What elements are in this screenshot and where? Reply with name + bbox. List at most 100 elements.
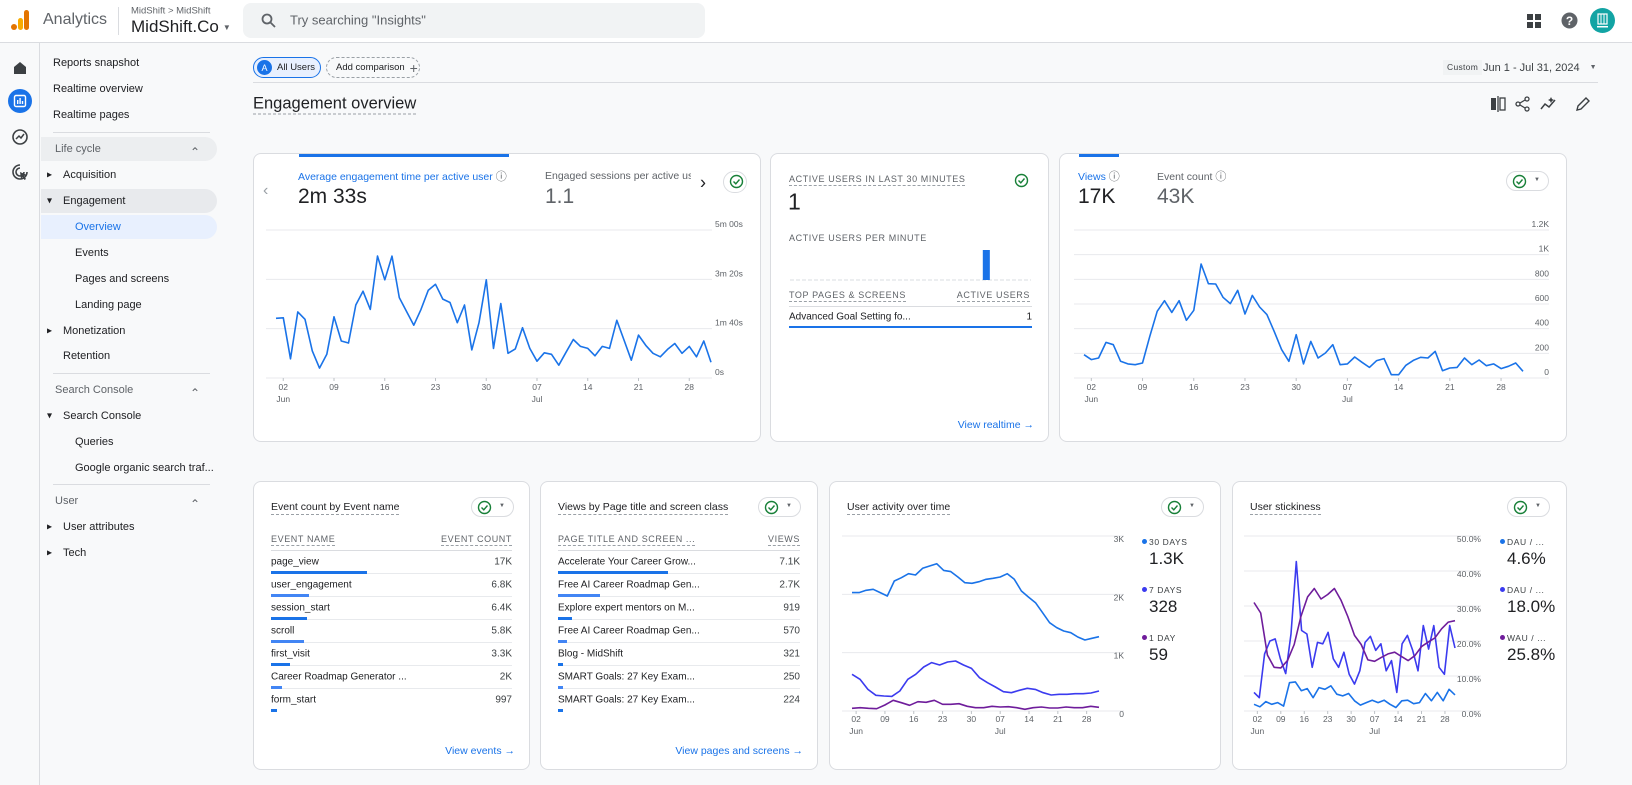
sidebar-item-engagement[interactable]: Engagement (63, 195, 125, 207)
user-activity-line-chart: 0 1K 2K 3K 02 Jun 09 16 23 30 07 Jul 14 21 28 (842, 534, 1124, 736)
y-tick-label: 0s (715, 367, 724, 377)
column-header-value[interactable]: EVENT COUNT (441, 534, 512, 546)
view-more-link[interactable]: View pages and screens → (675, 745, 803, 757)
account-breadcrumb[interactable]: MidShift > MidShift (131, 6, 210, 17)
sidebar-section-header[interactable]: Search Console (55, 384, 133, 396)
chevron-up-icon[interactable]: ⌃ (190, 386, 200, 400)
table-row[interactable]: SMART Goals: 27 Key Exam... 250 (558, 666, 800, 689)
advertising-icon[interactable] (11, 163, 29, 181)
table-row[interactable]: form_start 997 (271, 689, 512, 712)
chevron-up-icon[interactable]: ⌃ (190, 497, 200, 511)
legend-dot (1142, 635, 1147, 640)
sidebar-item-monetization[interactable]: Monetization (63, 325, 125, 337)
sidebar-item-search-console[interactable]: Search Console (63, 410, 141, 422)
chevron-up-icon[interactable]: ⌃ (190, 145, 200, 159)
table-row[interactable]: Free AI Career Roadmap Gen... 2.7K (558, 574, 800, 597)
user-stickiness-line-chart: 0.0% 10.0% 20.0% 30.0% 40.0% 50.0% 02 Jun 09 16 23… (1244, 534, 1481, 736)
insights-icon[interactable] (1540, 96, 1557, 112)
realtime-card: ACTIVE USERS IN LAST 30 MINUTES 1 ACTIVE… (770, 153, 1049, 442)
row-label: SMART Goals: 27 Key Exam... (558, 671, 695, 683)
caret-right-icon[interactable]: ▸ (47, 326, 52, 337)
sidebar-subitem[interactable]: Queries (75, 436, 114, 448)
x-tick-label: 28 (685, 382, 695, 392)
account-avatar[interactable] (1590, 8, 1615, 33)
sidebar-section-header[interactable]: User (55, 495, 78, 507)
row-value: 6.8K (491, 579, 512, 591)
legend-value: 59 (1149, 645, 1168, 664)
svg-text:?: ? (1566, 14, 1573, 28)
apps-grid-icon[interactable] (1527, 14, 1541, 28)
sidebar-item-user-attributes[interactable]: User attributes (63, 521, 135, 533)
x-tick-label: 30 (967, 714, 977, 724)
row-value: 919 (783, 602, 800, 614)
sidebar-subitem[interactable]: Overview (75, 221, 121, 233)
table-row[interactable]: Free AI Career Roadmap Gen... 570 (558, 620, 800, 643)
sidebar-subitem[interactable]: Events (75, 247, 109, 259)
table-row[interactable]: session_start 6.4K (271, 597, 512, 620)
analytics-logo-icon (11, 10, 29, 30)
data-quality-dropdown[interactable]: ▼ (471, 497, 514, 517)
table-row[interactable]: user_engagement 6.8K (271, 574, 512, 597)
minute-bar[interactable] (982, 250, 990, 280)
column-header-name[interactable]: PAGE TITLE AND SCREEN ... (558, 534, 696, 546)
table-row[interactable]: page_view 17K (271, 551, 512, 574)
top-bar: Analytics MidShift > MidShift MidShift.C… (0, 0, 1632, 43)
table-row[interactable]: Explore expert mentors on M... 919 (558, 597, 800, 620)
x-tick-label: 07 (1370, 714, 1380, 724)
table-row[interactable]: Career Roadmap Generator ... 2K (271, 666, 512, 689)
reports-icon[interactable] (8, 89, 32, 113)
series-line-dau-mau (1253, 681, 1456, 709)
x-month-label: Jun (849, 726, 863, 736)
table-row[interactable]: SMART Goals: 27 Key Exam... 224 (558, 689, 800, 712)
column-header-name[interactable]: EVENT NAME (271, 534, 336, 546)
date-range-picker[interactable]: Jun 1 - Jul 31, 2024 ▼ (1483, 60, 1597, 75)
column-header-value[interactable]: VIEWS (767, 534, 800, 546)
explore-icon[interactable] (11, 128, 29, 146)
x-month-label: Jun (1084, 394, 1098, 404)
caret-right-icon[interactable]: ▸ (47, 548, 52, 559)
property-selector[interactable]: MidShift.Co ▼ (131, 17, 231, 37)
row-label: SMART Goals: 27 Key Exam... (558, 694, 695, 706)
y-tick-label: 800 (1535, 268, 1549, 278)
add-comparison-button[interactable]: Add comparison + (326, 57, 420, 78)
segment-chip-all-users[interactable]: A All Users (253, 57, 321, 78)
sidebar-item-reports-snapshot[interactable]: Reports snapshot (53, 57, 139, 69)
sidebar-subitem[interactable]: Google organic search traf... (75, 462, 214, 474)
share-icon[interactable] (1515, 96, 1531, 112)
x-tick-label: 21 (1053, 714, 1063, 724)
divider (253, 82, 1598, 83)
help-icon[interactable]: ? (1561, 12, 1578, 29)
table-row[interactable]: first_visit 3.3K (271, 643, 512, 666)
table-row[interactable]: Accelerate Your Career Grow... 7.1K (558, 551, 800, 574)
caret-right-icon[interactable]: ▸ (47, 170, 52, 181)
view-realtime-link[interactable]: View realtime → (958, 419, 1034, 431)
table-row[interactable]: scroll 5.8K (271, 620, 512, 643)
compare-icon[interactable] (1490, 96, 1506, 112)
caret-right-icon[interactable]: ▸ (47, 522, 52, 533)
sidebar-item-acquisition[interactable]: Acquisition (63, 169, 116, 181)
sidebar-item-realtime-overview[interactable]: Realtime overview (53, 83, 143, 95)
edit-icon[interactable] (1575, 96, 1591, 112)
row-value: 997 (495, 694, 512, 706)
sidebar-item-realtime-pages[interactable]: Realtime pages (53, 109, 129, 121)
row-label: user_engagement (271, 579, 352, 591)
table-row[interactable]: Blog - MidShift 321 (558, 643, 800, 666)
view-more-link[interactable]: View events → (445, 745, 515, 757)
row-value: 17K (494, 556, 512, 568)
sidebar-subitem[interactable]: Pages and screens (75, 273, 169, 285)
sidebar-item-retention[interactable]: Retention (63, 350, 110, 362)
home-icon[interactable] (12, 60, 28, 76)
row-label: scroll (271, 625, 295, 637)
arrow-right-icon: → (501, 745, 515, 757)
caret-down-icon[interactable]: ▾ (47, 411, 52, 422)
date-mode-label: Custom (1443, 60, 1483, 75)
search-bar[interactable]: Try searching "Insights" (243, 3, 705, 38)
sidebar-item-tech[interactable]: Tech (63, 547, 86, 559)
x-tick-label: 02 (1087, 382, 1097, 392)
arrow-right-icon: → (789, 745, 803, 757)
table-row[interactable]: Advanced Goal Setting fo... 1 (789, 307, 1032, 328)
sidebar-subitem[interactable]: Landing page (75, 299, 142, 311)
data-quality-dropdown[interactable]: ▼ (758, 497, 801, 517)
caret-down-icon[interactable]: ▾ (47, 196, 52, 207)
sidebar-section-header[interactable]: Life cycle (55, 143, 101, 155)
